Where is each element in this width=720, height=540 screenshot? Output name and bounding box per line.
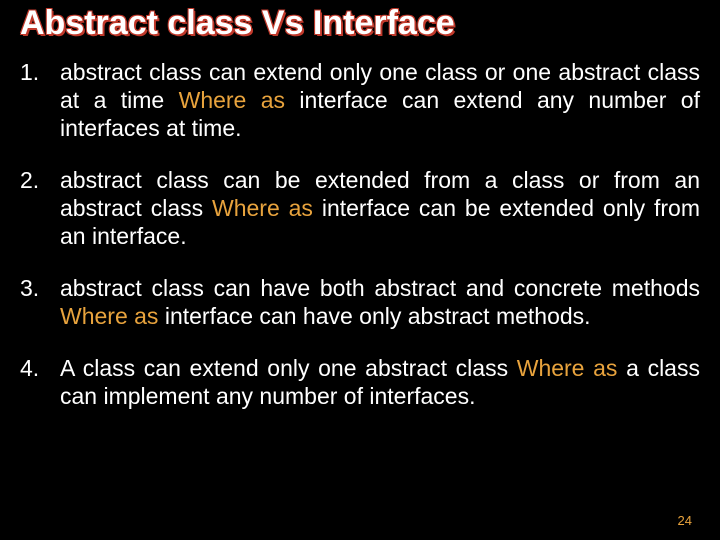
list-item: 2. abstract class can be extended from a…	[18, 166, 700, 250]
item-number: 3.	[18, 274, 60, 302]
page-number: 24	[678, 513, 692, 528]
item-text: A class can extend only one abstract cla…	[60, 354, 700, 410]
bullet-list: 1. abstract class can extend only one cl…	[18, 58, 700, 434]
list-item: 1. abstract class can extend only one cl…	[18, 58, 700, 142]
whereas: Where as	[60, 303, 158, 329]
item-number: 1.	[18, 58, 60, 86]
slide-title: Abstract class Vs Interface	[20, 4, 700, 43]
item-number: 2.	[18, 166, 60, 194]
item-after: interface can have only abstract methods…	[158, 303, 590, 329]
whereas: Where as	[517, 355, 618, 381]
item-text: abstract class can extend only one class…	[60, 58, 700, 142]
slide: Abstract class Vs Interface 1. abstract …	[0, 0, 720, 540]
item-before: abstract class can have both abstract an…	[60, 275, 700, 301]
item-text: abstract class can have both abstract an…	[60, 274, 700, 330]
item-before: A class can extend only one abstract cla…	[60, 355, 517, 381]
list-item: 3. abstract class can have both abstract…	[18, 274, 700, 330]
item-text: abstract class can be extended from a cl…	[60, 166, 700, 250]
whereas: Where as	[179, 87, 285, 113]
whereas: Where as	[212, 195, 313, 221]
list-item: 4. A class can extend only one abstract …	[18, 354, 700, 410]
item-number: 4.	[18, 354, 60, 382]
